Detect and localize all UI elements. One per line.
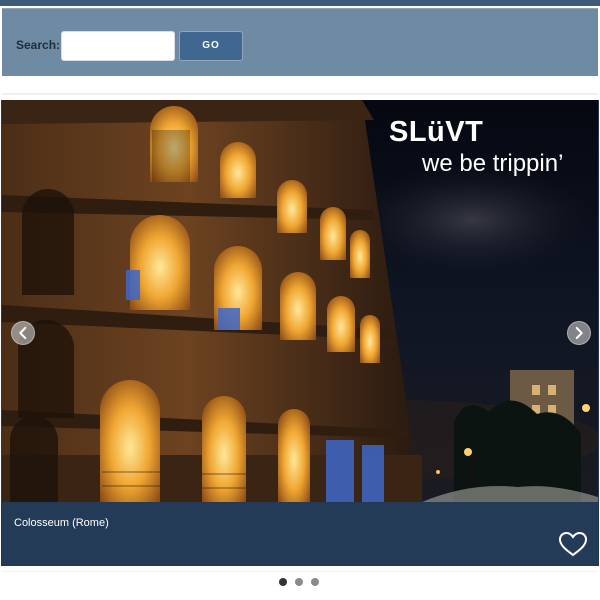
pager-dot-3[interactable] xyxy=(311,578,319,586)
heart-outline-icon xyxy=(558,531,588,557)
search-bar: Search: GO xyxy=(2,8,598,76)
chevron-left-icon xyxy=(19,326,27,340)
slide-caption: Colosseum (Rome) xyxy=(14,517,109,529)
pager-dot-1[interactable] xyxy=(279,578,287,586)
favorite-button[interactable] xyxy=(558,531,588,557)
go-button[interactable]: GO xyxy=(179,31,243,61)
brand-name: SLüVT xyxy=(389,116,484,148)
prev-slide-button[interactable] xyxy=(11,321,35,345)
next-slide-button[interactable] xyxy=(567,321,591,345)
search-input[interactable] xyxy=(61,31,175,61)
chevron-right-icon xyxy=(575,326,583,340)
header-separator xyxy=(2,93,598,95)
carousel-bottom-separator xyxy=(2,571,598,572)
photo-carousel: SLüVT we be trippin’ Colosseum (Rome) xyxy=(1,100,599,566)
slide-pager xyxy=(279,578,323,588)
caption-bar: Colosseum (Rome) xyxy=(2,502,598,565)
top-strip xyxy=(0,0,600,6)
brand-tagline: we be trippin’ xyxy=(422,150,564,177)
search-label: Search: xyxy=(16,38,61,52)
pager-dot-2[interactable] xyxy=(295,578,303,586)
